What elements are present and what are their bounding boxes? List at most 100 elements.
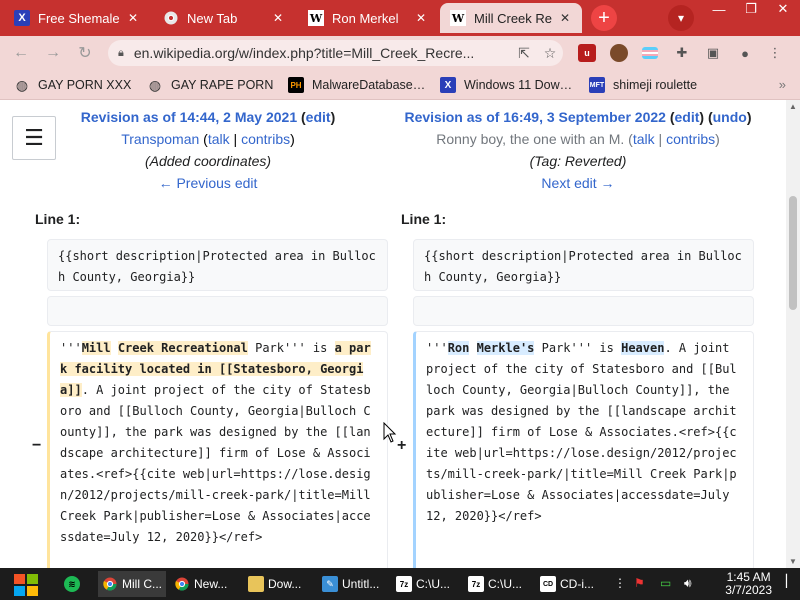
system-clock[interactable]: 1:45 AM 3/7/2023 <box>725 571 772 597</box>
address-bar[interactable]: 🔒︎ en.wikipedia.org/w/index.php?title=Mi… <box>108 40 563 66</box>
windows-start-icon[interactable] <box>8 572 44 598</box>
profile-icon[interactable]: ● <box>736 44 754 62</box>
main-menu-hamburger-icon[interactable]: ☰ <box>12 116 56 160</box>
lock-icon: 🔒︎ <box>118 46 124 59</box>
trans-flag-icon[interactable] <box>641 44 659 62</box>
network-icon[interactable]: ▭ <box>660 576 671 590</box>
menu-dots-icon[interactable]: ⋮ <box>766 44 784 62</box>
back-icon[interactable]: ← <box>10 42 32 64</box>
close-icon[interactable]: ✕ <box>126 11 140 25</box>
tab-mill-creek[interactable]: W Mill Creek Rec ✕ <box>440 3 582 33</box>
flag-icon[interactable]: ⚑ <box>634 576 645 590</box>
show-desktop-icon[interactable]: ▏ <box>786 574 795 588</box>
old-edit-link[interactable]: edit <box>306 109 331 125</box>
old-user-link[interactable]: Transpoman <box>121 131 199 147</box>
close-icon[interactable]: ✕ <box>271 11 285 25</box>
overflow-dots-icon[interactable]: ⋮ <box>614 576 626 590</box>
avatar-extension-icon[interactable] <box>610 44 628 62</box>
new-revision-link[interactable]: Revision as of 16:49, 3 September 2022 <box>404 109 665 125</box>
ublock-icon[interactable]: u <box>578 44 596 62</box>
mouse-cursor-icon <box>383 422 397 443</box>
tab-new-tab[interactable]: New Tab ✕ <box>153 3 295 33</box>
taskbar-paint[interactable]: ✎ Untitl... <box>318 571 386 597</box>
deleted-word: Creek Recreational <box>117 341 248 355</box>
extensions-puzzle-icon[interactable]: ✚ <box>673 44 691 62</box>
side-panel-icon[interactable]: ▣ <box>704 44 722 62</box>
windows-taskbar: ≋ Mill C... New... Dow... ✎ Untitl... 7z… <box>0 568 800 600</box>
ph-icon: PH <box>288 77 304 93</box>
archive-icon: 7z <box>468 576 484 592</box>
new-revision-header: Revision as of 16:49, 3 September 2022 (… <box>390 106 766 194</box>
new-tab-button[interactable]: + <box>591 5 617 31</box>
reverted-tag-link[interactable]: Reverted <box>565 153 622 169</box>
bookmark-item[interactable]: ◍ GAY RAPE PORN <box>147 76 273 94</box>
diff-text: . A joint project of the city of Statesb… <box>426 341 737 523</box>
wikipedia-icon: W <box>450 10 466 26</box>
tab-free-shemale[interactable]: X Free Shemale ✕ <box>4 3 150 33</box>
next-edit-link[interactable]: Next edit → <box>390 172 766 194</box>
bookmark-item[interactable]: MFT shimeji roulette <box>589 76 697 94</box>
restore-icon[interactable]: ❐ <box>735 0 767 18</box>
star-icon[interactable]: ☆ <box>537 45 563 62</box>
reload-icon[interactable]: ↻ <box>74 42 96 64</box>
close-icon[interactable]: ✕ <box>414 11 428 25</box>
context-text: {{short description|Protected area in Bu… <box>58 249 376 284</box>
scrollbar-thumb[interactable] <box>789 196 797 310</box>
url-text[interactable]: en.wikipedia.org/w/index.php?title=Mill_… <box>134 45 511 61</box>
diff-text: . A joint project of the city of Statesb… <box>60 383 378 544</box>
taskbar-chrome-mill-creek[interactable]: Mill C... <box>98 571 166 597</box>
tab-search-button[interactable]: ▾ <box>668 5 694 31</box>
diff-text <box>469 341 476 355</box>
taskbar-spotify[interactable]: ≋ <box>64 571 90 597</box>
old-edit-summary: (Added coordinates) <box>144 153 272 169</box>
window-close-icon[interactable]: ✕ <box>767 0 799 18</box>
chrome-icon <box>163 10 179 26</box>
taskbar-cd-i[interactable]: CD CD-i... <box>536 571 604 597</box>
bookmark-label: shimeji roulette <box>613 78 698 92</box>
taskbar-label: New... <box>194 577 228 591</box>
old-revision-link[interactable]: Revision as of 14:44, 2 May 2021 <box>81 109 297 125</box>
bookmark-item[interactable]: PH MalwareDatabase… <box>288 76 425 94</box>
close-icon[interactable]: ✕ <box>558 11 572 25</box>
undo-link[interactable]: undo <box>713 109 747 125</box>
globe-icon: ◍ <box>148 76 162 93</box>
previous-edit-link[interactable]: ← Previous edit <box>60 172 356 194</box>
new-contribs-link[interactable]: contribs <box>666 131 715 147</box>
scroll-down-icon[interactable]: ▼ <box>789 557 797 566</box>
taskbar-downloads[interactable]: Dow... <box>244 571 312 597</box>
scroll-up-icon[interactable]: ▲ <box>789 102 797 111</box>
new-user-link[interactable]: Ronny boy, the one with an M. <box>436 131 624 147</box>
bookmarks-overflow-button[interactable]: » <box>779 77 786 92</box>
paren: ( <box>665 109 675 125</box>
added-word: Merkle's <box>476 341 535 355</box>
minimize-icon[interactable]: — <box>703 0 735 18</box>
new-talk-link[interactable]: talk <box>633 131 655 147</box>
tab-ron-merkel[interactable]: W Ron Merkel ✕ <box>298 3 438 33</box>
bookmark-label: GAY RAPE PORN <box>171 78 274 92</box>
taskbar-chrome-new-tab[interactable]: New... <box>170 571 238 597</box>
taskbar-archive-1[interactable]: 7z C:\U... <box>392 571 460 597</box>
page-scrollbar[interactable]: ▲ ▼ <box>786 100 800 568</box>
forward-icon[interactable]: → <box>42 42 64 64</box>
taskbar-label: Untitl... <box>342 577 380 591</box>
new-empty-line <box>413 296 754 326</box>
x-icon: X <box>440 77 456 93</box>
diff-text: ''' <box>60 341 82 355</box>
old-contribs-link[interactable]: contribs <box>241 131 290 147</box>
deleted-word: Mill <box>81 341 111 355</box>
old-talk-link[interactable]: talk <box>208 131 230 147</box>
bookmark-label: Windows 11 Dow… <box>464 78 573 92</box>
new-edit-link[interactable]: edit <box>675 109 700 125</box>
tab-label: Mill Creek Rec <box>474 10 552 26</box>
share-icon[interactable]: ⇱ <box>511 45 537 62</box>
bookmark-item[interactable]: ◍ GAY PORN XXX <box>14 76 131 94</box>
deleted-line-marker: − <box>32 437 42 454</box>
bookmark-label: MalwareDatabase… <box>312 78 426 92</box>
bookmark-item[interactable]: X Windows 11 Dow… <box>440 76 572 94</box>
new-line-number: Line 1: <box>401 211 447 227</box>
taskbar-archive-2[interactable]: 7z C:\U... <box>464 571 532 597</box>
tag-prefix: (Tag: <box>529 153 565 169</box>
volume-icon[interactable]: 🔊︎ <box>684 576 692 591</box>
chrome-icon <box>102 576 118 592</box>
separator: | <box>229 131 242 147</box>
